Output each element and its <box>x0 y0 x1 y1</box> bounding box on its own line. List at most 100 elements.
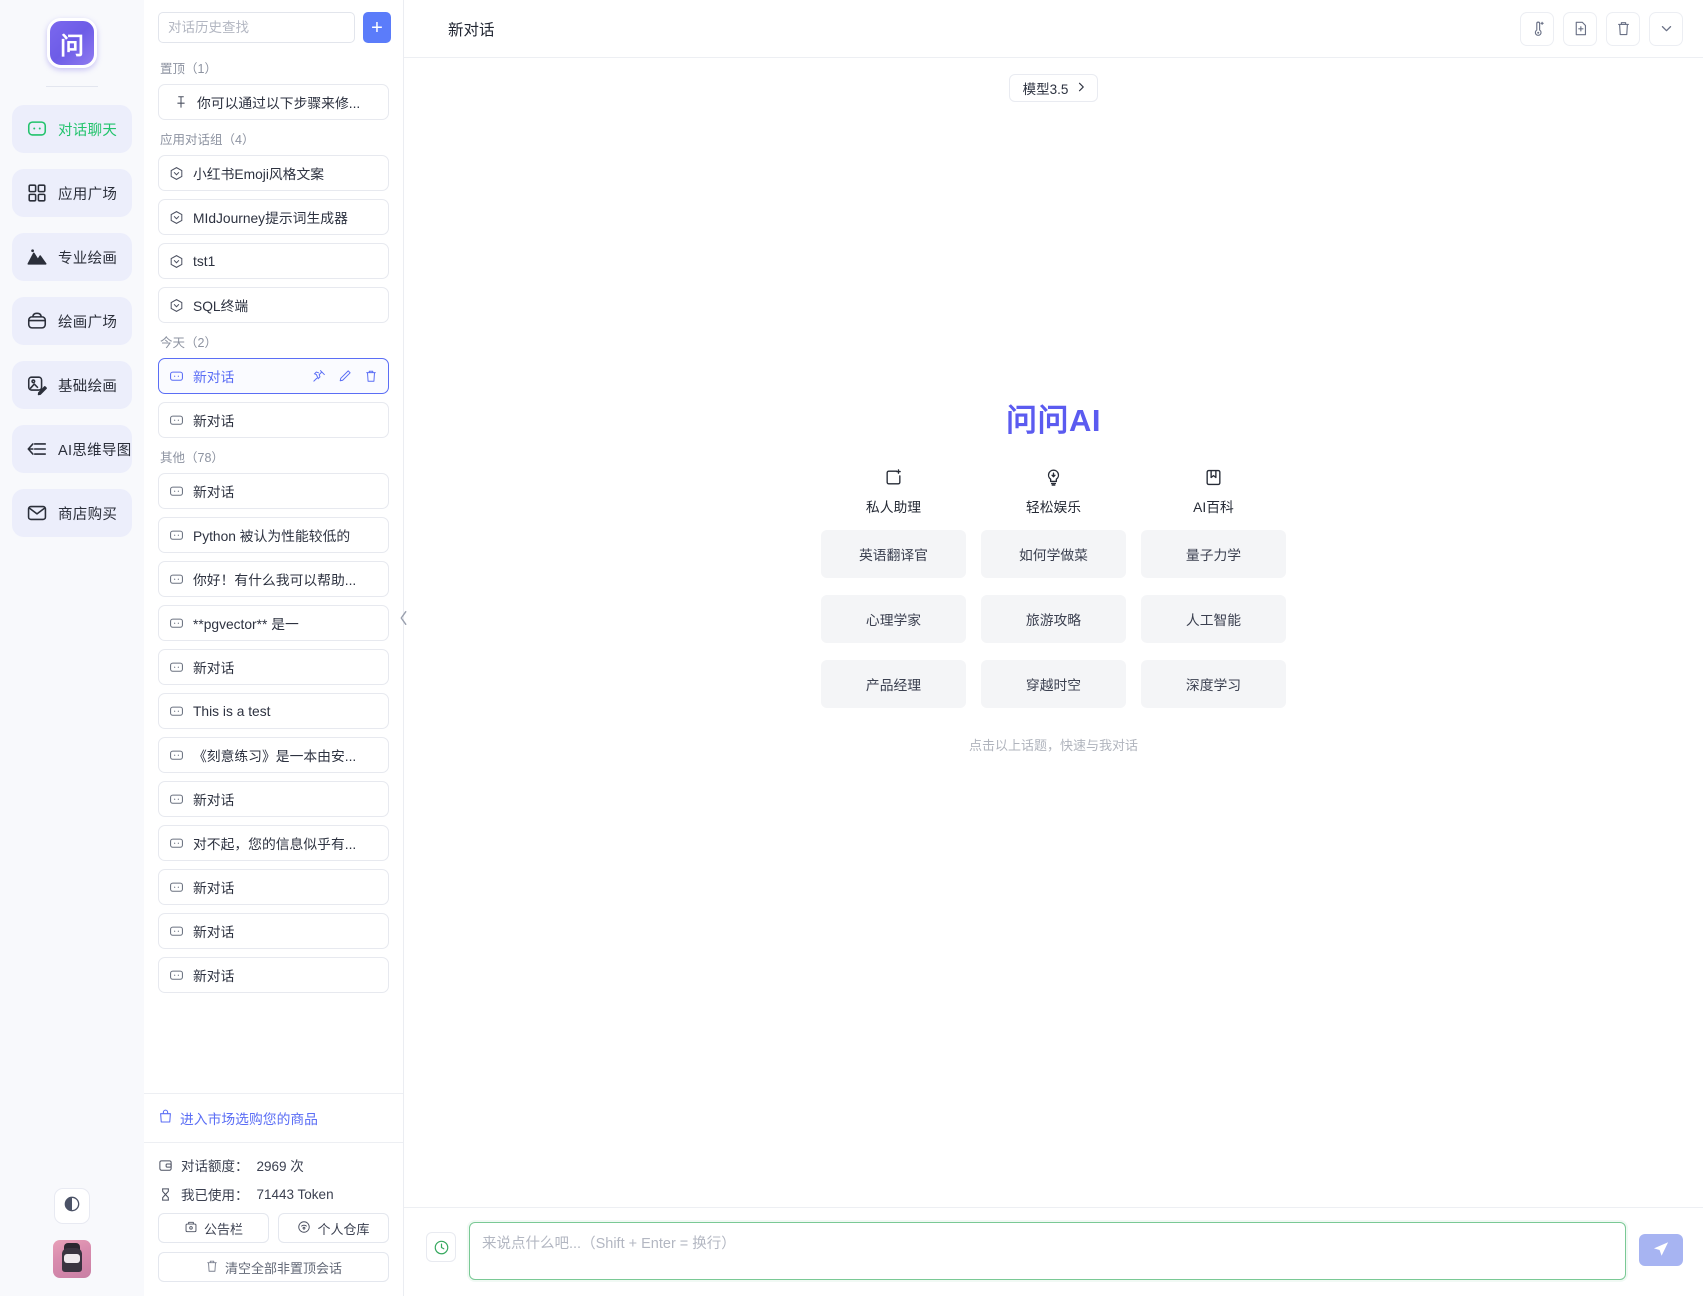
sidebar-item-label: 商店购买 <box>58 506 118 523</box>
search-row: + <box>144 0 403 49</box>
send-button[interactable] <box>1639 1234 1683 1266</box>
chevron-down-icon[interactable] <box>1649 11 1683 46</box>
sidebar-item-paint-plaza[interactable]: 绘画广场 <box>12 297 132 345</box>
message-input[interactable] <box>469 1222 1626 1280</box>
rail-bottom <box>0 1188 144 1278</box>
composer-bar <box>404 1207 1703 1296</box>
list-item[interactable]: 新对话 <box>158 649 389 685</box>
list-item[interactable]: 新对话 <box>158 781 389 817</box>
token-line: 我已使用： 71443 Token <box>158 1184 389 1204</box>
chat-bubble-icon <box>169 484 184 499</box>
sidebar-item-basic-paint[interactable]: 基础绘画 <box>12 361 132 409</box>
topic-button[interactable]: 如何学做菜 <box>981 530 1126 578</box>
topic-button[interactable]: 产品经理 <box>821 660 966 708</box>
app-root: 问 对话聊天 应用广场 专业绘画 绘画广场 基础绘画 AI思维导图 商店购买 对… <box>0 0 1703 1296</box>
topbar-actions <box>1520 11 1683 46</box>
list-item[interactable]: 新对话 <box>158 957 389 993</box>
personal-warehouse-label: 个人仓库 <box>317 1221 370 1237</box>
list-item[interactable]: 《刻意练习》是一本由安... <box>158 737 389 773</box>
list-item-title: 新对话 <box>193 881 235 896</box>
avatar-figure <box>62 1247 82 1272</box>
notice-board-button[interactable]: 公告栏 <box>158 1213 269 1243</box>
sidebar-item-label: 绘画广场 <box>58 314 118 331</box>
mountain-icon <box>26 246 48 268</box>
sidebar-item-pro-paint[interactable]: 专业绘画 <box>12 233 132 281</box>
warehouse-icon <box>297 1220 311 1237</box>
list-item[interactable]: Python 被认为性能较低的 <box>158 517 389 553</box>
list-item[interactable]: 小红书Emoji风格文案 <box>158 155 389 191</box>
list-item-active[interactable]: 新对话 <box>158 358 389 394</box>
plus-icon: + <box>371 16 383 39</box>
quota-icon <box>158 1158 173 1173</box>
pin-icon[interactable] <box>312 369 326 383</box>
market-link-label: 进入市场选购您的商品 <box>180 1112 318 1127</box>
trash-icon[interactable] <box>1606 11 1640 46</box>
model-selector-label: 模型3.5 <box>1022 82 1069 97</box>
sidebar-collapse-handle[interactable] <box>393 598 414 638</box>
topic-label: 旅游攻略 <box>1025 613 1082 628</box>
list-item[interactable]: MIdJourney提示词生成器 <box>158 199 389 235</box>
edit-icon[interactable] <box>338 369 352 383</box>
delete-icon[interactable] <box>364 369 378 383</box>
category-entertainment: 轻松娱乐 <box>981 468 1126 516</box>
chat-bubble-icon <box>169 660 184 675</box>
thermometer-icon[interactable] <box>1520 11 1554 46</box>
sidebar-item-chat[interactable]: 对话聊天 <box>12 105 132 153</box>
list-item-title: 新对话 <box>193 969 235 984</box>
list-item-title: SQL终端 <box>193 299 249 314</box>
list-item-title: 新对话 <box>193 661 235 676</box>
topic-button[interactable]: 旅游攻略 <box>981 595 1126 643</box>
app-icon <box>169 210 184 225</box>
topic-button[interactable]: 量子力学 <box>1141 530 1286 578</box>
topic-button[interactable]: 穿越时空 <box>981 660 1126 708</box>
app-logo[interactable]: 问 <box>47 18 97 68</box>
market-link[interactable]: 进入市场选购您的商品 <box>144 1093 403 1142</box>
theme-toggle-button[interactable] <box>54 1188 90 1224</box>
new-conversation-button[interactable]: + <box>363 12 391 43</box>
list-item[interactable]: 新对话 <box>158 869 389 905</box>
sidebar-item-label: 基础绘画 <box>58 378 118 395</box>
sidebar-item-app-plaza[interactable]: 应用广场 <box>12 169 132 217</box>
grid-icon <box>26 182 48 204</box>
list-item[interactable]: 你可以通过以下步骤来修... <box>158 84 389 120</box>
sidebar-item-mindmap[interactable]: AI思维导图 <box>12 425 132 473</box>
list-item-title: This is a test <box>193 703 271 719</box>
list-item[interactable]: tst1 <box>158 243 389 279</box>
personal-warehouse-button[interactable]: 个人仓库 <box>278 1213 389 1243</box>
topic-button[interactable]: 深度学习 <box>1141 660 1286 708</box>
list-item[interactable]: SQL终端 <box>158 287 389 323</box>
model-selector[interactable]: 模型3.5 <box>1008 74 1099 102</box>
topic-button[interactable]: 人工智能 <box>1141 595 1286 643</box>
add-frame-icon <box>884 468 903 487</box>
topic-label: 量子力学 <box>1185 548 1242 563</box>
clear-all-button[interactable]: 清空全部非置顶会话 <box>158 1252 389 1282</box>
logo-glyph: 问 <box>47 18 97 68</box>
chat-bubble-icon <box>169 572 184 587</box>
list-item[interactable]: 新对话 <box>158 402 389 438</box>
bag-icon <box>158 1109 173 1127</box>
file-add-icon[interactable] <box>1563 11 1597 46</box>
list-item-title: MIdJourney提示词生成器 <box>193 211 348 226</box>
rail-divider <box>46 86 98 87</box>
topic-label: 深度学习 <box>1185 678 1242 693</box>
topic-button[interactable]: 英语翻译官 <box>821 530 966 578</box>
list-item[interactable]: 新对话 <box>158 913 389 949</box>
list-item[interactable]: 新对话 <box>158 473 389 509</box>
list-item[interactable]: This is a test <box>158 693 389 729</box>
search-input[interactable] <box>158 12 355 43</box>
trash-icon <box>205 1259 219 1276</box>
sidebar-item-shop[interactable]: 商店购买 <box>12 489 132 537</box>
topic-button[interactable]: 心理学家 <box>821 595 966 643</box>
hourglass-icon <box>158 1187 173 1202</box>
list-item[interactable]: **pgvector** 是一 <box>158 605 389 641</box>
conversation-list[interactable]: 置顶（1） 你可以通过以下步骤来修... 应用对话组（4） 小红书Emoji风格… <box>144 49 403 1093</box>
history-icon[interactable] <box>426 1232 456 1262</box>
app-icon <box>169 298 184 313</box>
list-item-title: 对不起，您的信息似乎有... <box>193 837 357 852</box>
avatar[interactable] <box>53 1240 91 1278</box>
list-item-title: 新对话 <box>193 414 235 429</box>
list-item[interactable]: 你好！有什么我可以帮助... <box>158 561 389 597</box>
sidebar-item-label: AI思维导图 <box>58 442 132 459</box>
token-value: 71443 Token <box>256 1186 334 1202</box>
list-item[interactable]: 对不起，您的信息似乎有... <box>158 825 389 861</box>
